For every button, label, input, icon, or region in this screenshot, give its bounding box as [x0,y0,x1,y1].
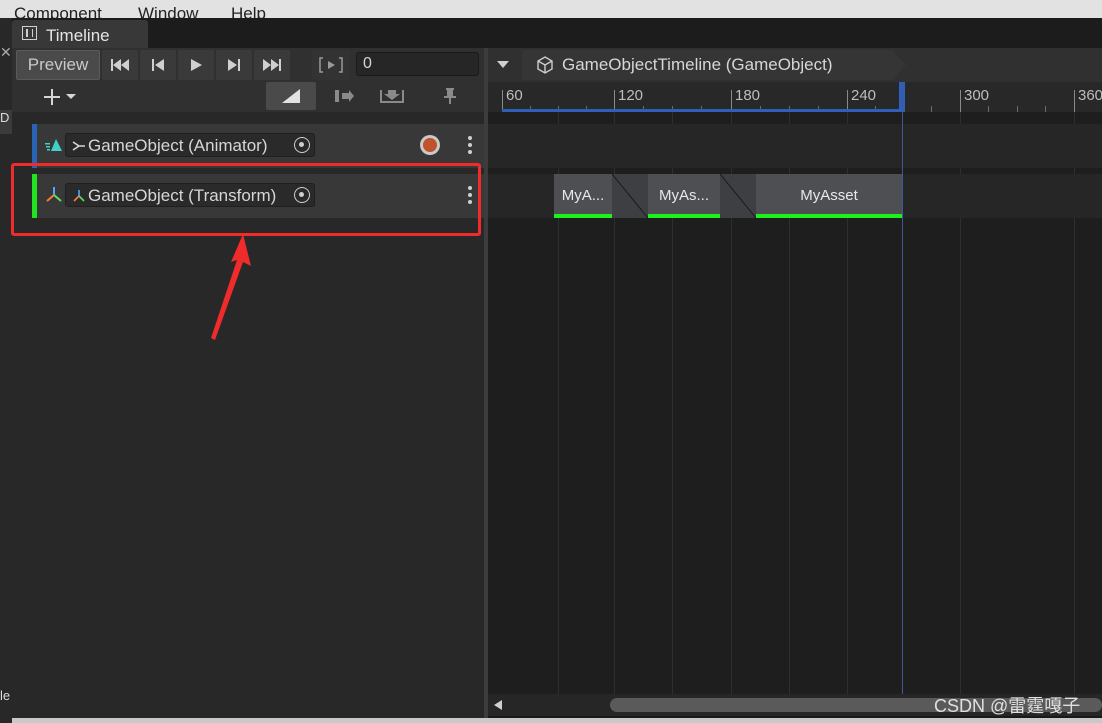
plus-dropdown-icon [44,89,76,105]
clip[interactable]: MyA... [554,174,612,218]
ruler-label-60: 60 [506,87,523,104]
ruler-label-360: 360 [1078,87,1102,104]
breadcrumb-arrow [892,50,906,80]
menu-window[interactable]: Window [138,4,198,18]
pin-button[interactable] [428,82,472,110]
track-menu-icon[interactable] [468,136,472,156]
timeline-options-dropdown[interactable] [490,50,516,80]
curve-mode-button[interactable] [266,82,316,110]
clip[interactable]: MyAsset [756,174,902,218]
tab-bar: Timeline [12,18,1102,48]
blend-curve-icon [612,174,648,218]
editor-left-strip: ✕ D le [0,18,12,723]
play-range-icon [319,57,343,73]
clip[interactable]: MyAs... [648,174,720,218]
annotation-arrow [211,234,251,340]
clip-underline [648,214,720,218]
menu-help[interactable]: Help [231,4,266,18]
ruler-label-180: 180 [735,87,761,104]
blend-region[interactable] [720,174,756,218]
film-icon [22,26,37,40]
previous-frame-button[interactable] [140,50,176,80]
go-to-end-button[interactable] [254,50,290,80]
track-accent-bar [32,124,37,168]
time-ruler[interactable]: 60 120 180 240 300 360 [488,82,1102,112]
timeline-window: Timeline Preview 0 GameObjectTimeline (G… [12,18,1102,718]
skip-start-icon [111,59,129,71]
breadcrumb-label: GameObjectTimeline (GameObject) [562,55,833,74]
ease-icon [282,89,300,103]
play-range-bar [502,109,902,112]
preview-button[interactable]: Preview [16,50,100,80]
ruler-label-120: 120 [618,87,644,104]
skip-end-icon [263,59,281,71]
menu-component[interactable]: Component [14,4,102,18]
annotation-highlight-box [11,163,481,236]
watermark: CSDN @雷霆嘎子 [934,696,1081,716]
animator-lane[interactable] [488,124,1102,168]
play-button[interactable] [178,50,214,80]
scroll-left-icon[interactable] [494,700,502,710]
animation-track-icon [45,139,62,151]
ruler-label-300: 300 [964,87,990,104]
chevron-down-icon [497,61,509,68]
breadcrumb[interactable]: GameObjectTimeline (GameObject) [522,50,906,80]
track-binding-field[interactable]: GameObject (Animator) [65,133,315,157]
play-range-button[interactable] [312,50,350,80]
clip-label: MyAs... [658,187,709,204]
ruler-label-240: 240 [851,87,877,104]
replace-icon [380,90,404,103]
current-frame-field[interactable]: 0 [356,52,479,76]
step-back-icon [152,59,164,71]
track-binding-label: GameObject (Animator) [88,136,268,155]
clip-underline [554,214,612,218]
clip-row: MyA... MyAs... MyAsset [488,174,1102,218]
next-frame-button[interactable] [216,50,252,80]
clip-underline [756,214,902,218]
side-label-le: le [0,688,12,712]
go-to-start-button[interactable] [102,50,138,80]
menu-bar: Component Window Help [0,0,1102,18]
track-header-toolbar [12,82,484,112]
step-forward-icon [228,59,240,71]
wrench-icon[interactable]: ✕ [0,44,12,62]
side-label-d: D [0,110,12,134]
ripple-icon [335,90,354,102]
tab-timeline-label: Timeline [46,26,110,45]
track-animator[interactable]: GameObject (Animator) [32,124,484,168]
cube-icon [537,56,553,74]
clip-label: MyA... [561,187,605,204]
add-track-button[interactable] [32,82,88,112]
record-button[interactable] [420,135,440,155]
tab-timeline[interactable]: Timeline [12,20,148,48]
ripple-edit-button[interactable] [324,82,364,110]
pin-icon [444,88,456,104]
animator-icon [72,141,85,151]
blend-curve-icon [720,174,756,218]
playhead-line [902,82,903,694]
replace-edit-button[interactable] [368,82,416,110]
clip-label: MyAsset [800,187,858,204]
timeline-toolbar: Preview 0 GameObjectTimeline (GameObject… [12,48,1102,83]
blend-region[interactable] [612,174,648,218]
object-picker-icon[interactable] [294,137,310,153]
track-panel-footer [12,694,484,718]
timeline-content[interactable]: 60 120 180 240 300 360 MyA... MyAs... My… [488,82,1102,694]
play-icon [191,59,202,71]
preview-button-label: Preview [27,55,89,74]
